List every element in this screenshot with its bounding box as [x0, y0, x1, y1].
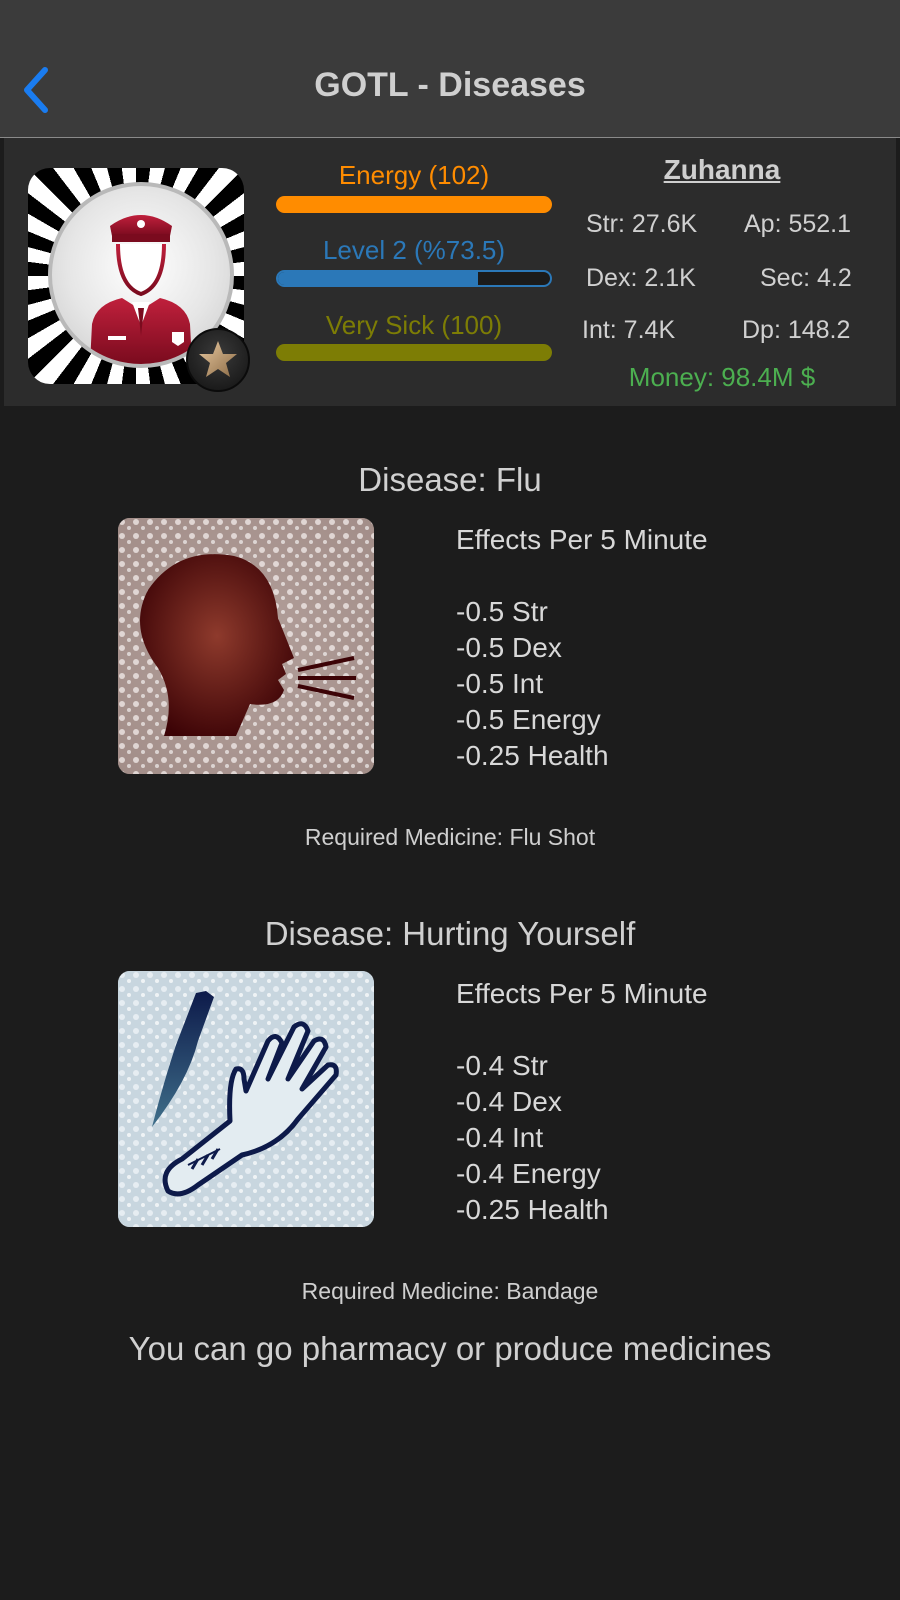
effects-header: Effects Per 5 Minute — [456, 524, 708, 555]
effects-list: Effects Per 5 Minute -0.5 Str -0.5 Dex -… — [456, 522, 708, 774]
page-title: GOTL - Diseases — [314, 66, 586, 104]
avatar[interactable] — [28, 168, 250, 392]
sneezing-head-icon — [118, 518, 374, 774]
energy-bar-fill — [276, 196, 552, 213]
effect-item: -0.25 Health — [456, 740, 609, 771]
energy-bar — [276, 196, 552, 213]
sickness-bar-fill — [276, 344, 552, 361]
star-badge-icon — [186, 328, 250, 392]
sickness-label: Very Sick (100) — [325, 310, 503, 340]
energy-label: Energy (102) — [338, 160, 490, 190]
level-label: Level 2 (%73.5) — [322, 235, 506, 265]
level-bar-fill — [278, 272, 478, 285]
effect-item: -0.4 Int — [456, 1122, 544, 1153]
effect-item: -0.4 Str — [456, 1050, 548, 1081]
character-name-link[interactable]: Zuhanna — [560, 154, 884, 186]
level-bar — [276, 270, 552, 287]
effect-item: -0.5 Int — [456, 668, 544, 699]
pharmacy-hint: You can go pharmacy or produce medicines — [128, 1330, 772, 1367]
effect-item: -0.5 Str — [456, 596, 548, 627]
stat-str: Str: 27.6K — [586, 210, 698, 238]
effect-item: -0.5 Dex — [456, 632, 562, 663]
effect-item: -0.4 Dex — [456, 1086, 562, 1117]
effects-list: Effects Per 5 Minute -0.4 Str -0.4 Dex -… — [456, 976, 708, 1228]
stat-ap: Ap: 552.1 — [744, 210, 852, 238]
required-medicine: Required Medicine: Flu Shot — [304, 824, 596, 850]
disease-title: Disease: Flu — [358, 461, 542, 498]
disease-title: Disease: Hurting Yourself — [264, 915, 636, 952]
effect-item: -0.5 Energy — [456, 704, 601, 735]
navigation-bar: GOTL - Diseases — [0, 0, 900, 138]
stat-dex: Dex: 2.1K — [586, 264, 696, 292]
effect-item: -0.4 Energy — [456, 1158, 601, 1189]
stat-dp: Dp: 148.2 — [742, 316, 851, 344]
knife-hand-icon — [118, 971, 374, 1227]
effect-item: -0.25 Health — [456, 1194, 609, 1225]
sickness-bar — [276, 344, 552, 361]
money-label: Money: 98.4M $ — [628, 362, 816, 392]
stat-sec: Sec: 4.2 — [760, 264, 852, 292]
effects-header: Effects Per 5 Minute — [456, 978, 708, 1009]
stat-int: Int: 7.4K — [582, 316, 676, 344]
required-medicine: Required Medicine: Bandage — [301, 1278, 599, 1304]
